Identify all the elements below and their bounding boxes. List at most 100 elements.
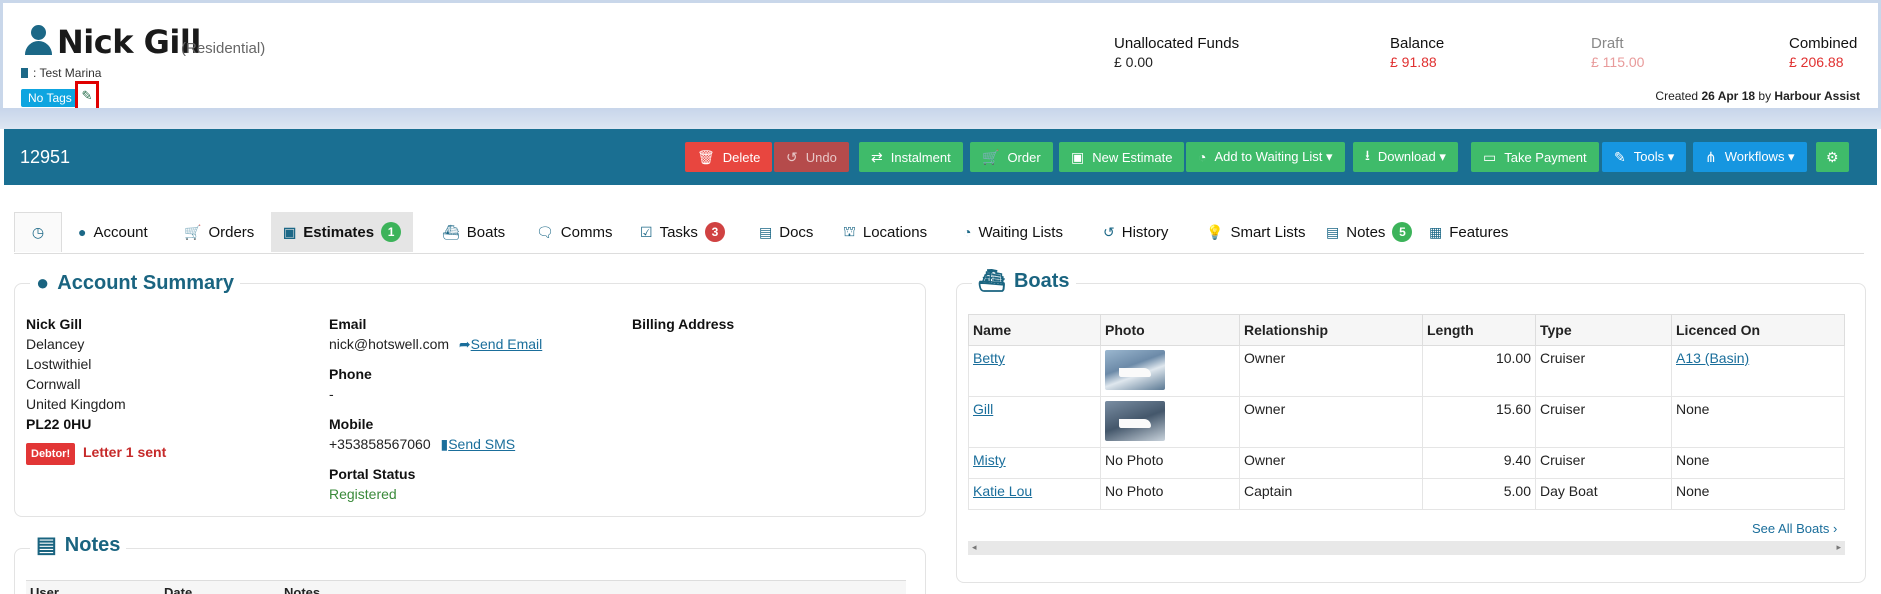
- boats-table: Name Photo Relationship Length Type Lice…: [968, 314, 1845, 510]
- boat-photo[interactable]: [1105, 401, 1165, 441]
- table-row: Betty Owner 10.00 Cruiser A13 (Basin): [968, 345, 1845, 397]
- tab-comms[interactable]: 🗨 Comms: [524, 212, 624, 252]
- tools-button[interactable]: ✎ Tools ▾: [1602, 142, 1687, 172]
- settings-button[interactable]: ⚙: [1816, 142, 1849, 172]
- tab-boats[interactable]: ⛴ Boats: [430, 212, 517, 252]
- boat-licenced-on: None: [1671, 447, 1845, 479]
- address-postcode: PL22 0HU: [26, 416, 92, 432]
- boat-type: Cruiser: [1535, 396, 1672, 448]
- tasks-icon: ☑: [640, 223, 653, 240]
- send-email-link[interactable]: Send Email: [471, 336, 543, 352]
- see-all-boats-link[interactable]: See All Boats ›: [1752, 521, 1837, 536]
- tab-estimates[interactable]: ▣ Estimates 1: [271, 212, 414, 252]
- boat-relationship: Captain: [1239, 478, 1423, 510]
- instalment-button[interactable]: ⇄ Instalment: [859, 142, 963, 172]
- file-icon: ▤: [36, 532, 57, 557]
- delete-button[interactable]: 🗑 Delete: [685, 142, 773, 172]
- tab-waiting-lists[interactable]: ◔ Waiting Lists: [951, 212, 1075, 252]
- order-label: Order: [1007, 149, 1041, 165]
- address-block: Nick Gill Delancey Lostwithiel Cornwall …: [26, 314, 166, 465]
- notes-heading: Notes: [64, 533, 121, 556]
- share-icon: ➦: [458, 336, 471, 352]
- comments-icon: 🗨: [536, 223, 554, 240]
- tab-history[interactable]: ↺ History: [1091, 212, 1180, 252]
- portal-status-value: Registered: [329, 486, 397, 502]
- tab-bar: ◷ ● Account 🛒 Orders ▣ Estimates 1 ⛴ Boats 🗨 C…: [14, 212, 1864, 254]
- tab-notes-label: Notes: [1346, 223, 1386, 241]
- address-line: Delancey: [26, 336, 85, 352]
- download-icon: ⭳: [1365, 147, 1370, 163]
- tab-locations-label: Locations: [862, 223, 928, 241]
- scroll-right-icon[interactable]: ▸: [1836, 542, 1841, 553]
- billing-block: Billing Address: [632, 314, 734, 334]
- table-row: Misty No Photo Owner 9.40 Cruiser None: [968, 447, 1845, 479]
- boat-length: 9.40: [1422, 447, 1536, 479]
- account-summary-heading: Account Summary: [57, 271, 235, 294]
- tab-dashboard[interactable]: ◷: [14, 212, 62, 252]
- notes-table-header: User Date Notes: [26, 580, 906, 594]
- portal-status-label: Portal Status: [329, 466, 416, 482]
- undo-button[interactable]: ↺ Undo: [774, 142, 849, 172]
- mobile-label: Mobile: [329, 416, 374, 432]
- send-sms-link[interactable]: Send SMS: [448, 436, 515, 452]
- tag-badge[interactable]: No Tags: [21, 89, 79, 107]
- estimate-icon: ▣: [283, 223, 297, 240]
- address-name: Nick Gill: [26, 316, 83, 332]
- tools-label: Tools ▾: [1633, 149, 1675, 164]
- boat-licenced-on: None: [1671, 478, 1845, 510]
- order-button[interactable]: 🛒 Order: [970, 142, 1053, 172]
- tab-features[interactable]: ▦ Features: [1417, 212, 1520, 252]
- cart-icon: 🛒: [184, 223, 202, 240]
- table-row: Katie Lou No Photo Captain 5.00 Day Boat…: [968, 478, 1845, 510]
- combined: Combined £ 206.88: [1789, 35, 1857, 70]
- tab-smart-lists[interactable]: 💡 Smart Lists: [1194, 212, 1317, 252]
- document-icon: ▤: [759, 223, 773, 240]
- new-estimate-button[interactable]: ▣ New Estimate: [1059, 142, 1185, 172]
- col-name[interactable]: Name: [968, 314, 1101, 346]
- tab-account[interactable]: ● Account: [66, 212, 160, 252]
- boat-name-link[interactable]: Gill: [973, 401, 993, 417]
- licenced-on-link[interactable]: A13 (Basin): [1676, 350, 1749, 366]
- estimate-icon: ▣: [1071, 148, 1085, 165]
- tab-orders-label: Orders: [208, 223, 255, 241]
- undo-icon: ↺: [786, 148, 798, 165]
- boats-heading: Boats: [1013, 269, 1070, 292]
- trash-icon: 🗑: [697, 148, 715, 165]
- waiting-list-button[interactable]: ◔ Add to Waiting List ▾: [1186, 142, 1345, 172]
- delete-label: Delete: [722, 149, 761, 165]
- debtor-badge: Debtor!: [26, 443, 76, 465]
- col-licenced-on[interactable]: Licenced On: [1671, 314, 1845, 346]
- boat-name-link[interactable]: Katie Lou: [973, 483, 1032, 499]
- address-line: Cornwall: [26, 376, 81, 392]
- marina-line: : Test Marina: [21, 66, 101, 80]
- boat-type: Cruiser: [1535, 345, 1672, 397]
- gear-icon: ⚙: [1826, 148, 1839, 165]
- horizontal-scrollbar[interactable]: ◂ ▸: [968, 541, 1845, 555]
- take-payment-button[interactable]: ▭ Take Payment: [1471, 142, 1599, 172]
- download-button[interactable]: ⭳ Download ▾: [1353, 142, 1458, 172]
- customer-type: (Residential): [181, 40, 266, 57]
- marina-name: : Test Marina: [33, 66, 102, 80]
- tab-docs[interactable]: ▤ Docs: [747, 212, 825, 252]
- undo-label: Undo: [805, 149, 837, 165]
- tab-features-label: Features: [1449, 223, 1509, 241]
- col-type[interactable]: Type: [1535, 314, 1672, 346]
- tasks-count-badge: 3: [704, 222, 725, 242]
- boat-photo[interactable]: [1105, 350, 1165, 390]
- billing-address-label: Billing Address: [632, 316, 735, 332]
- col-relationship[interactable]: Relationship: [1239, 314, 1423, 346]
- scroll-left-icon[interactable]: ◂: [972, 542, 977, 553]
- tab-orders[interactable]: 🛒 Orders: [172, 212, 266, 252]
- workflows-button[interactable]: ⋔ Workflows ▾: [1693, 142, 1807, 172]
- tab-notes[interactable]: ▤ Notes 5: [1314, 212, 1424, 252]
- edit-tags-button[interactable]: ✎: [75, 81, 99, 111]
- ship-icon: ⛴: [978, 268, 1006, 293]
- col-length[interactable]: Length: [1422, 314, 1536, 346]
- boat-name-link[interactable]: Betty: [973, 350, 1005, 366]
- money-icon: ▭: [1483, 148, 1497, 165]
- created-info: Created 26 Apr 18 by Harbour Assist: [1655, 89, 1860, 103]
- boat-name-link[interactable]: Misty: [973, 452, 1006, 468]
- created-prefix: Created: [1655, 89, 1699, 103]
- tab-tasks[interactable]: ☑ Tasks 3: [628, 212, 737, 252]
- tab-locations[interactable]: ⛫ Locations: [831, 212, 939, 252]
